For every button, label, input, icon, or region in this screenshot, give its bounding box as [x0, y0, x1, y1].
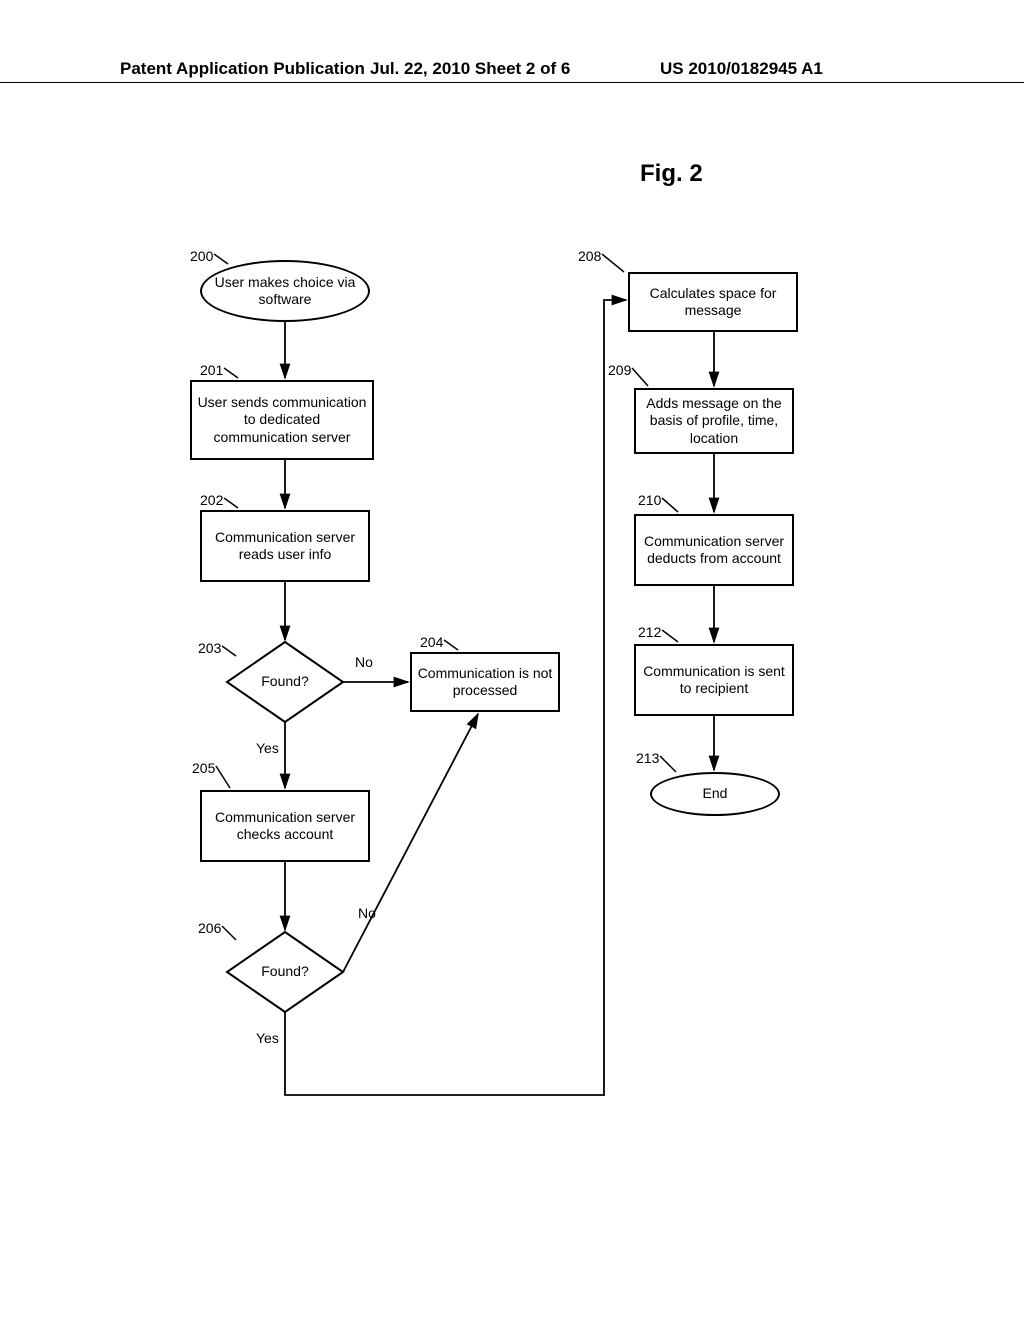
node-213: End: [650, 772, 780, 816]
page: Patent Application Publication Jul. 22, …: [0, 0, 1024, 1320]
node-209: Adds message on the basis of profile, ti…: [634, 388, 794, 454]
node-203-text: Found?: [225, 673, 345, 689]
ref-210: 210: [638, 492, 661, 508]
ref-208: 208: [578, 248, 601, 264]
page-header: Patent Application Publication Jul. 22, …: [0, 82, 1024, 83]
ref-204: 204: [420, 634, 443, 650]
node-202-text: Communication server reads user info: [206, 529, 364, 564]
node-201-text: User sends communication to dedicated co…: [196, 394, 368, 447]
node-209-text: Adds message on the basis of profile, ti…: [640, 395, 788, 448]
figure-label: Fig. 2: [640, 160, 703, 188]
ref-205: 205: [192, 760, 215, 776]
node-205-text: Communication server checks account: [206, 809, 364, 844]
ref-209: 209: [608, 362, 631, 378]
ref-201: 201: [200, 362, 223, 378]
node-203: Found?: [225, 640, 345, 720]
header-left: Patent Application Publication: [120, 59, 365, 79]
ref-203: 203: [198, 640, 221, 656]
node-208: Calculates space for message: [628, 272, 798, 332]
node-200-text: User makes choice via software: [206, 274, 364, 309]
node-201: User sends communication to dedicated co…: [190, 380, 374, 460]
node-206: Found?: [225, 930, 345, 1010]
node-210: Communication server deducts from accoun…: [634, 514, 794, 586]
edge-label-no-1: No: [355, 654, 373, 670]
node-202: Communication server reads user info: [200, 510, 370, 582]
ref-213: 213: [636, 750, 659, 766]
node-213-text: End: [703, 785, 728, 803]
ref-206: 206: [198, 920, 221, 936]
edge-label-yes-1: Yes: [256, 740, 279, 756]
node-204: Communication is not processed: [410, 652, 560, 712]
node-212: Communication is sent to recipient: [634, 644, 794, 716]
ref-202: 202: [200, 492, 223, 508]
node-206-text: Found?: [225, 963, 345, 979]
edge-label-yes-2: Yes: [256, 1030, 279, 1046]
node-205: Communication server checks account: [200, 790, 370, 862]
node-210-text: Communication server deducts from accoun…: [640, 533, 788, 568]
header-right: US 2010/0182945 A1: [660, 59, 823, 79]
node-212-text: Communication is sent to recipient: [640, 663, 788, 698]
node-208-text: Calculates space for message: [634, 285, 792, 320]
ref-212: 212: [638, 624, 661, 640]
header-center: Jul. 22, 2010 Sheet 2 of 6: [370, 59, 570, 79]
ref-200: 200: [190, 248, 213, 264]
node-204-text: Communication is not processed: [416, 665, 554, 700]
node-200: User makes choice via software: [200, 260, 370, 322]
edge-label-no-2: No: [358, 905, 376, 921]
